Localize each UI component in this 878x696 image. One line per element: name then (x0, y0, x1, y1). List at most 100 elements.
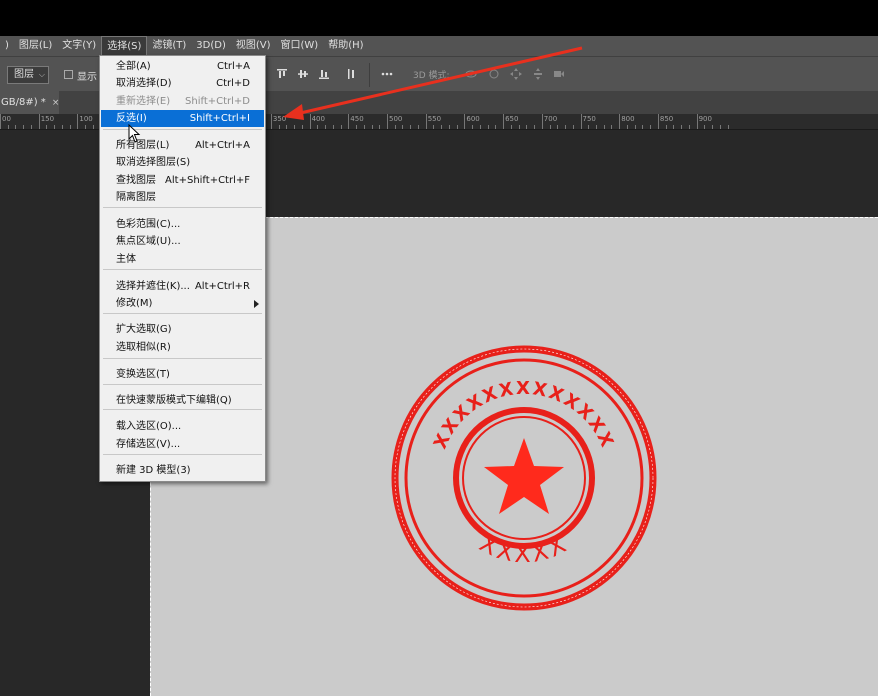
ruler-tick (69, 125, 71, 129)
ruler-tick (61, 125, 63, 129)
document-tab[interactable]: GB/8#) * × (0, 91, 59, 114)
ruler-tick (565, 125, 567, 129)
ruler-tick (588, 125, 590, 129)
ruler-tick (38, 114, 40, 129)
ruler-tick (54, 125, 56, 129)
ruler-tick (510, 125, 512, 129)
menu-layer[interactable]: 图层(L) (14, 36, 57, 56)
close-icon[interactable]: × (52, 98, 60, 108)
ruler-tick (503, 114, 505, 129)
ruler-tick (379, 125, 381, 129)
menu-item-label: 主体 (116, 254, 136, 265)
ruler-tick (394, 125, 396, 129)
menu-item-label: 色彩范围(C)... (116, 219, 181, 230)
ruler-tick (7, 125, 9, 129)
align-vertical-center-icon[interactable] (297, 68, 309, 80)
ruler-tick (595, 125, 597, 129)
menu-separator (103, 129, 262, 130)
more-options-icon[interactable] (381, 68, 393, 80)
3d-pan-icon[interactable] (510, 68, 522, 80)
menu-partial[interactable]: ) (0, 36, 14, 56)
ruler-tick (626, 125, 628, 129)
menu-item[interactable]: 取消选择(D) Ctrl+D (101, 75, 264, 92)
red-seal-stamp: XXXXXXXXXXXXX XXXXX (391, 345, 657, 611)
menu-window[interactable]: 窗口(W) (276, 36, 324, 56)
menu-item[interactable]: 所有图层(L) Alt+Ctrl+A (101, 137, 264, 154)
ruler-tick (727, 125, 729, 129)
ruler-tick (719, 125, 721, 129)
menu-item-shortcut: Ctrl+D (216, 78, 250, 89)
chevron-down-icon: ⌵ (38, 70, 45, 79)
menu-item[interactable]: 变换选区(T) (101, 366, 264, 383)
menu-item-label: 新建 3D 模型(3) (116, 465, 191, 476)
3d-slide-icon[interactable] (532, 68, 544, 80)
menu-item[interactable]: 全部(A) Ctrl+A (101, 58, 264, 75)
menu-separator (103, 269, 262, 270)
menu-item[interactable]: 新建 3D 模型(3) (101, 462, 264, 479)
3d-roll-icon[interactable] (488, 68, 500, 80)
ruler-tick (472, 125, 474, 129)
menu-help[interactable]: 帮助(H) (323, 36, 368, 56)
menu-select[interactable]: 选择(S) (101, 36, 148, 56)
menu-item[interactable]: 选取相似(R) (101, 339, 264, 356)
ruler-tick (387, 114, 388, 129)
ruler-label: 150 (40, 115, 55, 123)
auto-select-value: 图层 (14, 69, 34, 80)
menu-item[interactable]: 载入选区(O)... (101, 418, 264, 435)
auto-select-dropdown[interactable]: 图层 ⌵ (7, 66, 49, 84)
ruler-tick (549, 125, 551, 129)
menu-bar: ) 图层(L) 文字(Y) 选择(S) 滤镜(T) 3D(D) 视图(V) 窗口… (0, 36, 878, 56)
menu-item[interactable]: 反选(I) Shift+Ctrl+I (101, 110, 264, 127)
menu-item-label: 隔离图层 (116, 192, 156, 203)
ruler-tick (704, 125, 706, 129)
ruler-tick (487, 125, 489, 129)
menu-item[interactable]: 隔离图层 (101, 189, 264, 206)
document-tab-title: GB/8#) * (1, 97, 46, 108)
show-transform-checkbox[interactable] (64, 70, 73, 79)
menu-item[interactable]: 在快速蒙版模式下编辑(Q) (101, 392, 264, 409)
ruler-tick (348, 114, 350, 129)
menu-item[interactable]: 选择并遮住(K)... Alt+Ctrl+R (101, 278, 264, 295)
menu-type[interactable]: 文字(Y) (57, 36, 101, 56)
select-menu-dropdown: 全部(A) Ctrl+A 取消选择(D) Ctrl+D 重新选择(E) Shift+Ctr… (99, 55, 266, 482)
menu-separator (103, 313, 262, 314)
ruler-label: 600 (466, 115, 480, 123)
3d-mode-label: 3D 模式: (413, 71, 450, 81)
ruler-tick (456, 125, 458, 129)
menu-view[interactable]: 视图(V) (231, 36, 276, 56)
menu-item-shortcut: Shift+Ctrl+I (189, 113, 250, 124)
menu-item[interactable]: 查找图层 Alt+Shift+Ctrl+F (101, 172, 264, 189)
menu-item-label: 重新选择(E) (116, 96, 171, 107)
ruler-tick (77, 114, 79, 129)
menu-item[interactable]: 修改(M) (101, 295, 264, 312)
align-top-icon[interactable] (276, 68, 288, 80)
menu-item[interactable]: 扩大选取(G) (101, 321, 264, 338)
ruler-tick (46, 125, 48, 129)
ruler-tick (325, 125, 327, 129)
menu-3d[interactable]: 3D(D) (191, 36, 231, 56)
ruler-tick (696, 114, 698, 129)
menu-item-label: 焦点区域(U)... (116, 236, 181, 247)
menu-separator (103, 409, 262, 410)
ruler-tick (15, 125, 17, 129)
align-bottom-icon[interactable] (318, 68, 330, 80)
menu-item-label: 查找图层 (116, 175, 156, 186)
menu-item: 重新选择(E) Shift+Ctrl+D (101, 93, 264, 110)
menu-item[interactable]: 存储选区(V)... (101, 436, 264, 453)
menu-item[interactable]: 主体 (101, 251, 264, 268)
ruler-tick (681, 125, 683, 129)
ruler-label: 900 (698, 115, 712, 123)
title-bar (0, 0, 878, 36)
menu-item[interactable]: 色彩范围(C)... (101, 216, 264, 233)
ruler-label: 850 (659, 115, 674, 123)
menu-item[interactable]: 取消选择图层(S) (101, 154, 264, 171)
menu-filter[interactable]: 滤镜(T) (147, 36, 191, 56)
ruler-tick (642, 125, 644, 129)
ruler-tick (580, 114, 582, 129)
3d-orbit-icon[interactable] (465, 68, 477, 80)
ruler-label: 800 (621, 115, 635, 123)
align-left-edges-icon[interactable] (346, 68, 358, 80)
menu-item[interactable]: 焦点区域(U)... (101, 233, 264, 250)
ruler-tick (340, 125, 342, 129)
3d-camera-icon[interactable] (553, 68, 565, 80)
